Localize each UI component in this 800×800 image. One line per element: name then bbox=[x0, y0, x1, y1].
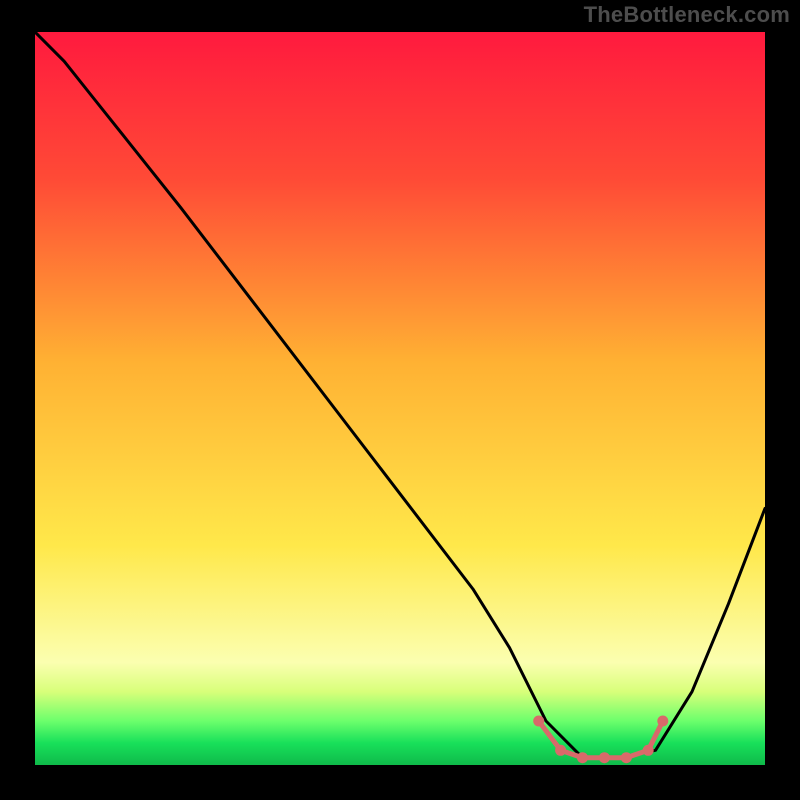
optimum-point bbox=[657, 716, 668, 727]
optimum-point bbox=[533, 716, 544, 727]
gradient-background bbox=[35, 32, 765, 765]
optimum-point bbox=[599, 752, 610, 763]
optimum-point bbox=[577, 752, 588, 763]
plot-area bbox=[35, 32, 765, 765]
chart-frame: TheBottleneck.com bbox=[0, 0, 800, 800]
optimum-point bbox=[643, 745, 654, 756]
watermark-text: TheBottleneck.com bbox=[584, 2, 790, 28]
optimum-point bbox=[555, 745, 566, 756]
plot-svg bbox=[35, 32, 765, 765]
optimum-point bbox=[621, 752, 632, 763]
